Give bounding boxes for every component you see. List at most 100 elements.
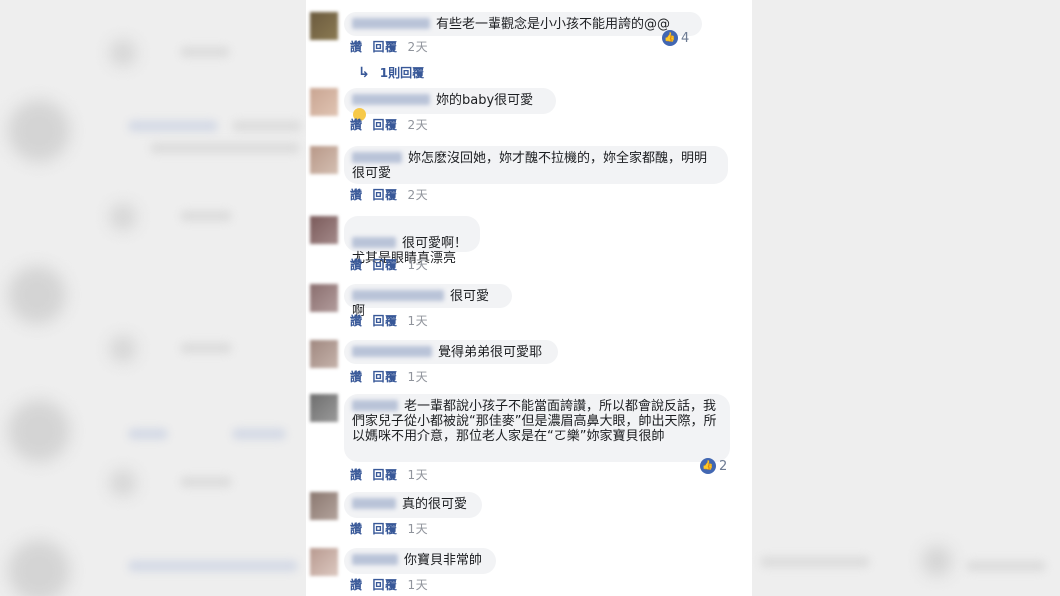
reaction-count[interactable]: 👍 2	[700, 458, 727, 474]
like-button[interactable]: 讚	[350, 370, 363, 384]
blurred-text	[180, 210, 232, 222]
reply-button[interactable]: 回覆	[373, 188, 398, 202]
reply-button[interactable]: 回覆	[373, 314, 398, 328]
blurred-avatar	[8, 400, 70, 462]
comment-text: 你寶貝非常帥	[404, 553, 483, 568]
avatar[interactable]	[310, 88, 338, 116]
timestamp[interactable]: 2天	[408, 40, 429, 54]
comment-text: 妳怎麽沒回她，妳才醜不拉機的，妳全家都醜，明明很可愛	[352, 151, 708, 181]
commenter-name[interactable]	[352, 94, 430, 105]
reply-button[interactable]: 回覆	[373, 522, 398, 536]
like-button[interactable]: 讚	[350, 258, 363, 272]
avatar[interactable]	[310, 340, 338, 368]
timestamp[interactable]: 1天	[408, 522, 429, 536]
comment-actions: 讚回覆 1天	[350, 520, 428, 537]
reply-arrow-icon: ↳	[358, 64, 370, 81]
commenter-name[interactable]	[352, 290, 444, 301]
comment-bubble: 妳怎麽沒回她，妳才醜不拉機的，妳全家都醜，明明很可愛	[344, 146, 728, 184]
comment-text: 真的很可愛	[402, 497, 468, 512]
commenter-name[interactable]	[352, 237, 396, 248]
blurred-avatar	[110, 336, 136, 362]
comment-bubble: 很可愛啊！ 尤其是眼睛真漂亮	[344, 216, 480, 266]
comment-text: 老一輩都說小孩子不能當面誇讚，所以都會說反話，我們家兒子從小都被說“那佳麥”但是…	[352, 399, 717, 444]
blurred-avatar	[8, 100, 70, 162]
reply-button[interactable]: 回覆	[373, 258, 398, 272]
blurred-text	[128, 560, 298, 572]
comment-actions: 讚回覆 1天	[350, 466, 428, 483]
commenter-name[interactable]	[352, 152, 402, 163]
blurred-avatar	[922, 546, 952, 576]
like-button[interactable]: 讚	[350, 578, 363, 592]
blurred-text	[232, 428, 286, 440]
comment-actions: 讚回覆 2天	[350, 186, 428, 203]
comment-actions: 讚回覆 1天	[350, 312, 428, 329]
blurred-text	[180, 476, 232, 488]
thumbs-up-icon: 👍	[662, 30, 678, 46]
blurred-text	[128, 428, 168, 440]
comments-panel: 有些老一輩觀念是小小孩不能用誇的@@ 👍 4 讚回覆 2天 ↳ 1則回覆 妳的baby…	[306, 0, 752, 596]
like-button[interactable]: 讚	[350, 468, 363, 482]
avatar[interactable]	[310, 146, 338, 174]
commenter-name[interactable]	[352, 18, 430, 29]
like-button[interactable]: 讚	[350, 40, 363, 54]
commenter-name[interactable]	[352, 400, 398, 411]
reply-button[interactable]: 回覆	[373, 40, 398, 54]
commenter-name[interactable]	[352, 346, 432, 357]
blurred-text	[966, 560, 1046, 572]
comment-actions: 讚回覆 1天	[350, 256, 428, 273]
comment-bubble: 有些老一輩觀念是小小孩不能用誇的@@	[344, 12, 702, 36]
blurred-text	[180, 46, 230, 58]
comment-bubble: 很可愛啊	[344, 284, 512, 319]
comment-bubble: 老一輩都說小孩子不能當面誇讚，所以都會說反話，我們家兒子從小都被說“那佳麥”但是…	[344, 394, 730, 462]
comment-bubble: 覺得弟弟很可愛耶	[344, 340, 558, 364]
avatar[interactable]	[310, 12, 338, 40]
avatar[interactable]	[310, 492, 338, 520]
timestamp[interactable]: 2天	[408, 188, 429, 202]
like-button[interactable]: 讚	[350, 118, 363, 132]
like-button[interactable]: 讚	[350, 522, 363, 536]
blurred-background-left	[0, 0, 306, 596]
blurred-background-right	[752, 0, 1060, 596]
avatar[interactable]	[310, 394, 338, 422]
blurred-avatar	[8, 540, 70, 596]
avatar[interactable]	[310, 216, 338, 244]
blurred-text	[128, 120, 218, 132]
thumbs-up-icon: 👍	[700, 458, 716, 474]
blurred-text	[180, 342, 232, 354]
blurred-avatar	[110, 204, 136, 230]
like-button[interactable]: 讚	[350, 314, 363, 328]
avatar[interactable]	[310, 548, 338, 576]
comment-bubble: 你寶貝非常帥	[344, 548, 496, 574]
timestamp[interactable]: 2天	[408, 118, 429, 132]
comment-bubble: 妳的baby很可愛	[344, 88, 556, 121]
blurred-avatar	[8, 266, 66, 324]
comment-text: 有些老一輩觀念是小小孩不能用誇的@@	[436, 17, 671, 32]
comment-actions: 讚回覆 1天	[350, 576, 428, 593]
timestamp[interactable]: 1天	[408, 258, 429, 272]
reply-button[interactable]: 回覆	[373, 468, 398, 482]
like-button[interactable]: 讚	[350, 188, 363, 202]
reaction-count[interactable]: 👍 4	[662, 30, 689, 46]
comment-actions: 讚回覆 2天	[350, 38, 428, 55]
timestamp[interactable]: 1天	[408, 578, 429, 592]
commenter-name[interactable]	[352, 554, 398, 565]
reply-button[interactable]: 回覆	[373, 370, 398, 384]
blurred-avatar	[110, 40, 136, 66]
reply-button[interactable]: 回覆	[373, 118, 398, 132]
blurred-text	[150, 142, 300, 154]
comment-actions: 讚回覆 1天	[350, 368, 428, 385]
comment-actions: 讚回覆 2天	[350, 116, 428, 133]
comment-text: 覺得弟弟很可愛耶	[438, 345, 543, 360]
blurred-avatar	[110, 470, 136, 496]
timestamp[interactable]: 1天	[408, 370, 429, 384]
comment-text: 妳的baby很可愛	[436, 93, 534, 108]
reply-button[interactable]: 回覆	[373, 578, 398, 592]
timestamp[interactable]: 1天	[408, 468, 429, 482]
comment-bubble: 真的很可愛	[344, 492, 482, 518]
avatar[interactable]	[310, 284, 338, 312]
blurred-text	[760, 556, 870, 568]
view-replies-link[interactable]: ↳ 1則回覆	[358, 64, 424, 81]
commenter-name[interactable]	[352, 498, 396, 509]
blurred-text	[232, 120, 302, 132]
timestamp[interactable]: 1天	[408, 314, 429, 328]
